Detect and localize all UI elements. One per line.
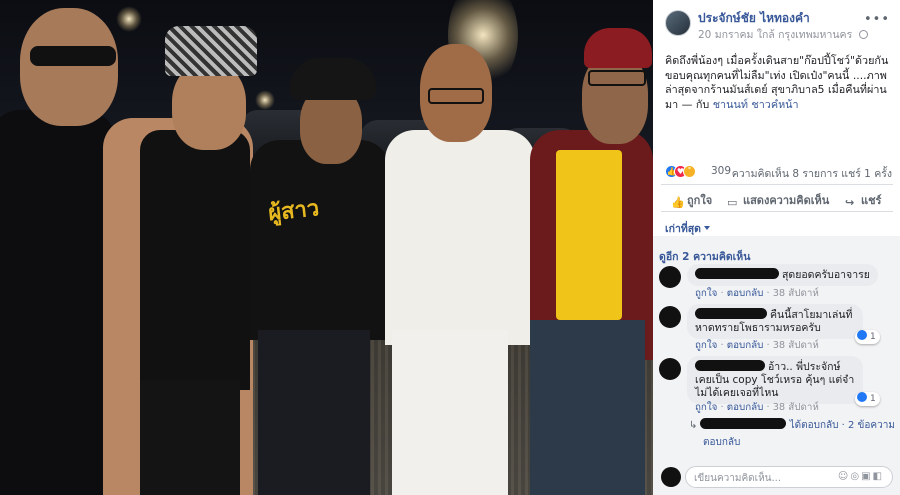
reply-row-reply-link[interactable]: ตอบกลับ	[703, 435, 897, 450]
more-horizontal-icon[interactable]: •••	[864, 12, 890, 27]
comment-links: ถูกใจ · ตอบกลับ · 38 สัปดาห์	[695, 402, 819, 413]
comment-reply-link[interactable]: ตอบกลับ	[727, 340, 764, 351]
comment-button-label: แสดงความคิดเห็น	[743, 194, 830, 207]
like-button[interactable]: 👍 ถูกใจ	[671, 191, 712, 209]
comment-like-link[interactable]: ถูกใจ	[695, 288, 717, 299]
gif-icon[interactable]: ▣	[861, 471, 872, 482]
post-stats: 👍♥ ˚ 309 ความคิดเห็น 8 รายการ แชร์ 1 ครั้…	[653, 162, 900, 182]
share-button[interactable]: ↪ แชร์	[845, 191, 881, 209]
comment-text: สุดยอดครับอาจารย	[782, 269, 870, 281]
like-reaction-icon	[857, 330, 867, 340]
viewer-avatar	[661, 467, 681, 487]
emoji-icon[interactable]: ☺	[838, 471, 850, 482]
redacted-commenter-name	[695, 360, 765, 371]
post-header: ประจักษ์ชัย ไหทองคำ 20 มกราคม ใกล้ กรุงเ…	[653, 0, 900, 44]
redacted-reply-name	[700, 418, 787, 429]
view-replies-row[interactable]: ↳ ได้ตอบกลับ · 2 ข้อความ ตอบกลับ	[689, 418, 897, 450]
comments-shares-count[interactable]: ความคิดเห็น 8 รายการ แชร์ 1 ครั้ง	[732, 165, 892, 182]
reaction-icons[interactable]: 👍♥ ˚	[665, 165, 696, 179]
comment-like-number: 1	[870, 332, 876, 342]
comment-like-link[interactable]: ถูกใจ	[695, 340, 717, 351]
comment-time[interactable]: 38 สัปดาห์	[773, 288, 819, 299]
chevron-down-icon	[704, 226, 710, 230]
tagged-prefix: — กับ	[681, 97, 710, 111]
post-location[interactable]: ใกล้ กรุงเทพมหานคร	[757, 29, 852, 41]
photo-viewer: ผู้สาว ประจักษ์ชัย ไหทองคำ 20 มกราคม ใกล…	[0, 0, 900, 495]
comment-like-count[interactable]: 1	[855, 330, 880, 344]
thumbs-up-icon: 👍	[671, 196, 685, 209]
post-actions: 👍 ถูกใจ ▭ แสดงความคิดเห็น ↪ แชร์	[661, 184, 893, 212]
commenter-avatar[interactable]	[659, 306, 681, 328]
post-caption: คิดถึงพี่น้องๆ เมื่อครั้งเดินสาย"ก๊อปปี้…	[665, 54, 893, 112]
view-more-comments-link[interactable]: ดูอีก 2 ความคิดเห็น	[659, 248, 750, 265]
comment-links: ถูกใจ · ตอบกลับ · 38 สัปดาห์	[695, 340, 819, 351]
comment-input-placeholder: เขียนความคิดเห็น...	[694, 473, 782, 484]
post-meta: 20 มกราคม ใกล้ กรุงเทพมหานคร	[698, 26, 868, 43]
composer-icons: ☺◎▣◧	[838, 471, 884, 482]
redacted-commenter-name	[695, 308, 767, 319]
comment-bubble: อ้าว.. พี่ประจักษ์ เคยเป็น copy โชว์เหรอ…	[687, 356, 863, 404]
like-reaction-icon	[857, 392, 867, 402]
comment-icon: ▭	[727, 196, 738, 209]
share-icon: ↪	[845, 196, 855, 209]
comment-input[interactable]: เขียนความคิดเห็น... ☺◎▣◧	[685, 466, 893, 488]
post-date[interactable]: 20 มกราคม	[698, 29, 753, 41]
share-button-label: แชร์	[861, 194, 882, 207]
comment-time[interactable]: 38 สัปดาห์	[773, 340, 819, 351]
reaction-count[interactable]: 309	[711, 165, 731, 177]
globe-icon	[858, 30, 868, 39]
redacted-commenter-name	[695, 268, 779, 279]
comment-reply-link[interactable]: ตอบกลับ	[727, 402, 764, 413]
author-avatar[interactable]	[665, 10, 691, 36]
comment-like-link[interactable]: ถูกใจ	[695, 402, 717, 413]
comment-time[interactable]: 38 สัปดาห์	[773, 402, 819, 413]
sort-label: เก่าที่สุด	[665, 223, 701, 235]
commenter-avatar[interactable]	[659, 358, 681, 380]
comment-composer: เขียนความคิดเห็น... ☺◎▣◧	[653, 461, 900, 495]
comment-button[interactable]: ▭ แสดงความคิดเห็น	[727, 191, 829, 209]
post-panel: ประจักษ์ชัย ไหทองคำ 20 มกราคม ใกล้ กรุงเ…	[653, 0, 900, 495]
comment-sort-dropdown[interactable]: เก่าที่สุด	[665, 220, 710, 237]
wow-reaction-icon: ˚	[683, 165, 696, 178]
street-light	[255, 90, 275, 110]
post-photo[interactable]: ผู้สาว	[0, 0, 653, 495]
like-button-label: ถูกใจ	[687, 194, 713, 207]
commenter-avatar[interactable]	[659, 266, 681, 288]
comment-like-count[interactable]: 1	[855, 392, 880, 406]
replies-summary[interactable]: ได้ตอบกลับ · 2 ข้อความ	[790, 420, 895, 431]
camera-icon[interactable]: ◎	[850, 471, 861, 482]
sticker-icon[interactable]: ◧	[873, 471, 884, 482]
reply-arrow-icon: ↳	[689, 420, 698, 431]
comment-bubble: คืนนี้สาโยมาเล่นที่ หาดทรายโพธารามหรอครั…	[687, 304, 863, 339]
tagged-person[interactable]: ชานนท์ ชาวคํหน้า	[713, 98, 799, 111]
comment-like-number: 1	[870, 394, 876, 404]
comment-bubble: สุดยอดครับอาจารย	[687, 264, 878, 286]
comment-links: ถูกใจ · ตอบกลับ · 38 สัปดาห์	[695, 288, 819, 299]
street-light	[116, 6, 142, 32]
comment-reply-link[interactable]: ตอบกลับ	[727, 288, 764, 299]
